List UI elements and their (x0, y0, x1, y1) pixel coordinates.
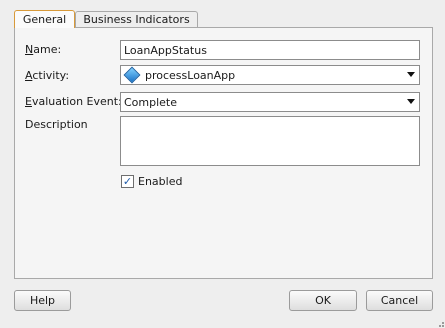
chevron-down-icon[interactable] (407, 72, 415, 77)
description-label: Description (25, 118, 88, 131)
cancel-button[interactable]: Cancel (366, 290, 433, 311)
name-value: LoanAppStatus (124, 43, 207, 57)
checkmark-icon: ✓ (122, 175, 133, 188)
tab-business-indicators-label: Business Indicators (83, 13, 190, 26)
activity-dropdown[interactable]: processLoanApp (120, 65, 420, 85)
evaluation-event-value: Complete (124, 95, 178, 109)
ok-button[interactable]: OK (289, 290, 357, 311)
ok-button-label: OK (315, 294, 331, 307)
activity-label: Activity: (25, 69, 70, 82)
help-button[interactable]: Help (14, 290, 71, 311)
name-input[interactable]: LoanAppStatus (120, 40, 420, 60)
tab-business-indicators[interactable]: Business Indicators (75, 11, 198, 27)
name-label: Name: (25, 43, 62, 56)
description-textarea[interactable] (120, 116, 420, 166)
help-button-label: Help (29, 294, 56, 307)
enabled-checkbox[interactable]: ✓ (121, 175, 134, 188)
evaluation-event-dropdown[interactable]: Complete (120, 92, 420, 112)
evaluation-event-label: Evaluation Event: (25, 95, 122, 108)
tab-general[interactable]: General (14, 10, 75, 28)
cancel-button-label: Cancel (380, 294, 419, 307)
enabled-label: Enabled (138, 175, 183, 188)
blue-diamond-icon (123, 66, 141, 84)
resize-grip-icon[interactable] (436, 319, 444, 327)
tab-general-label: General (22, 13, 67, 26)
activity-value: processLoanApp (145, 68, 236, 82)
chevron-down-icon[interactable] (407, 99, 415, 104)
